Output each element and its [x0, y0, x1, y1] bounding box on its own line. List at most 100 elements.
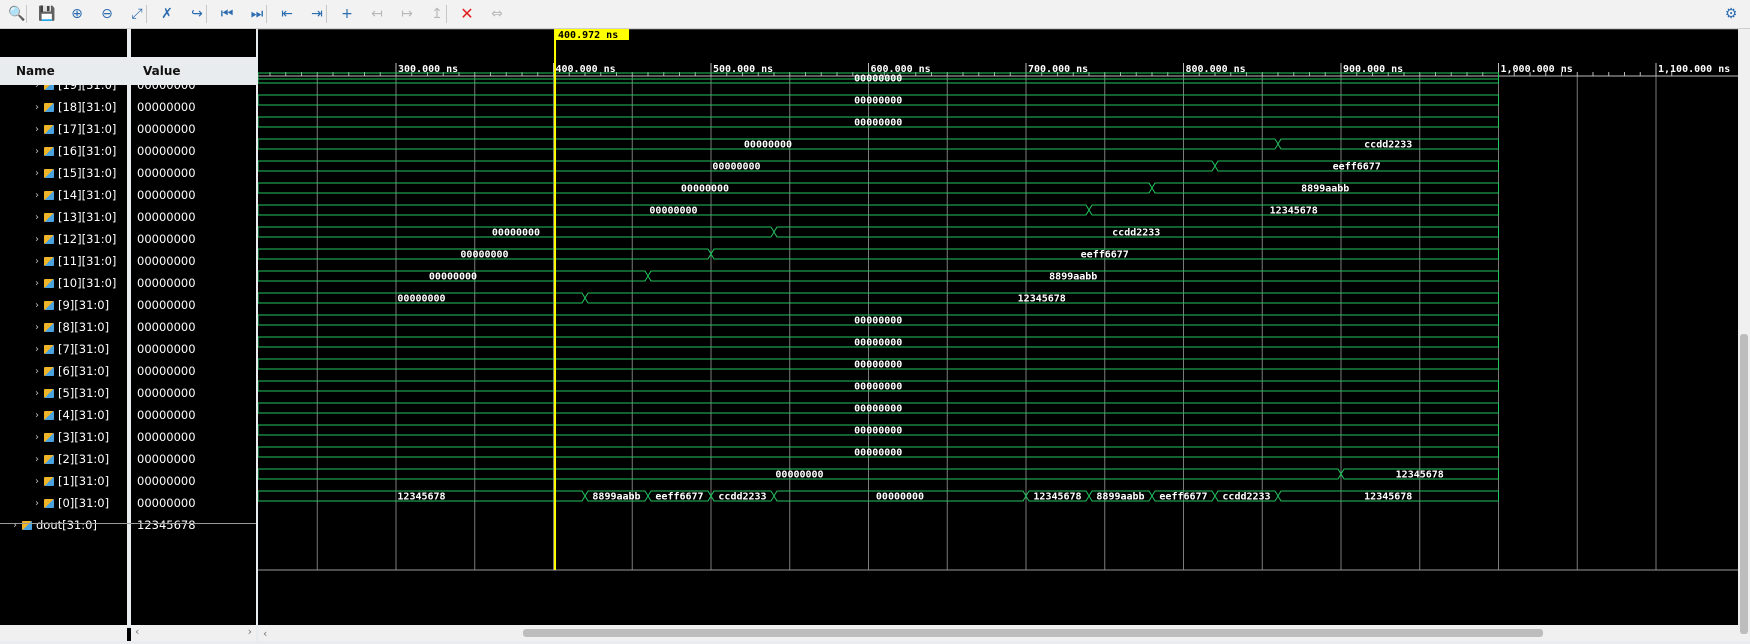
swap-cursor-icon[interactable]: ⇔ [486, 3, 508, 25]
signal-row[interactable]: › [0][31:0] 00000000 [0, 492, 256, 514]
expand-chevron-icon[interactable]: › [32, 278, 42, 289]
signal-row[interactable]: › [7][31:0] 00000000 [0, 338, 256, 360]
value-hscroll[interactable]: ‹ › [131, 625, 256, 641]
go-to-cursor-icon[interactable]: ↪ [186, 3, 208, 25]
expand-chevron-icon[interactable]: › [32, 410, 42, 421]
signal-row[interactable]: › [11][31:0] 00000000 [0, 250, 256, 272]
value-column-header[interactable]: Value [131, 57, 256, 85]
signal-value: 00000000 [137, 320, 196, 334]
search-icon[interactable]: 🔍 [6, 3, 28, 25]
settings-icon[interactable]: ⚙ [1720, 3, 1742, 25]
signal-name: › dout[31:0] [0, 514, 137, 536]
header-top-border [258, 29, 1738, 30]
name-column-header[interactable]: Name [0, 57, 127, 85]
bus-value-label: 12345678 [1396, 470, 1444, 481]
expand-chevron-icon[interactable]: › [32, 476, 42, 487]
expand-chevron-icon[interactable]: › [32, 322, 42, 333]
prev-transition-icon[interactable]: ⇤ [276, 3, 298, 25]
signal-row[interactable]: › [18][31:0] 00000000 [0, 96, 256, 118]
go-to-end-icon[interactable]: ⏭ [246, 3, 268, 25]
expand-chevron-icon[interactable]: › [32, 344, 42, 355]
expand-chevron-icon[interactable]: › [32, 124, 42, 135]
next-transition-icon[interactable]: ⇥ [306, 3, 328, 25]
signal-row[interactable]: › [8][31:0] 00000000 [0, 316, 256, 338]
signal-row[interactable]: › [12][31:0] 00000000 [0, 228, 256, 250]
signal-value: 00000000 [137, 430, 196, 444]
zoom-fit-icon[interactable]: ⤢ [126, 3, 148, 25]
expand-chevron-icon[interactable]: › [32, 85, 42, 91]
delete-marker-icon[interactable]: ↥ [426, 3, 448, 25]
waveform-canvas-pane[interactable]: 300.000 ns 400.000 ns 500.000 ns 600.000 ns… [238, 29, 1738, 641]
signal-value: 00000000 [137, 85, 196, 92]
signal-name-label: [17][31:0] [58, 122, 117, 136]
expand-chevron-icon[interactable]: › [32, 212, 42, 223]
signal-value: 00000000 [137, 452, 196, 466]
expand-chevron-icon[interactable]: › [32, 388, 42, 399]
bus-signal-icon [44, 344, 54, 354]
signal-row[interactable]: › [16][31:0] 00000000 [0, 140, 256, 162]
signal-row[interactable]: › [10][31:0] 00000000 [0, 272, 256, 294]
go-to-start-icon[interactable]: ⏮ [216, 3, 238, 25]
signal-row[interactable]: › [15][31:0] 00000000 [0, 162, 256, 184]
signal-value: 00000000 [137, 254, 196, 268]
signal-row[interactable]: › [6][31:0] 00000000 [0, 360, 256, 382]
expand-chevron-icon[interactable]: › [32, 190, 42, 201]
expand-chevron-icon[interactable]: › [32, 300, 42, 311]
expand-chevron-icon[interactable]: › [32, 102, 42, 113]
vertical-scroll-thumb[interactable] [1740, 334, 1748, 634]
signal-name-label: [3][31:0] [58, 430, 110, 444]
expand-chevron-icon[interactable]: › [32, 234, 42, 245]
expand-chevron-icon[interactable]: › [32, 146, 42, 157]
signal-row[interactable]: › [5][31:0] 00000000 [0, 382, 256, 404]
expand-chevron-icon[interactable]: › [32, 256, 42, 267]
prev-marker-icon[interactable]: ↤ [366, 3, 388, 25]
expand-chevron-icon[interactable]: › [32, 168, 42, 179]
zoom-out-icon[interactable]: ⊖ [96, 3, 118, 25]
name-hscroll[interactable] [0, 625, 127, 641]
signal-row[interactable]: › [4][31:0] 00000000 [0, 404, 256, 426]
signal-name: › [15][31:0] [0, 162, 159, 184]
bus-signal-icon [44, 366, 54, 376]
vertical-scrollbar[interactable] [1738, 29, 1750, 641]
remove-all-icon[interactable]: ✕ [456, 3, 478, 25]
signal-row[interactable]: › [2][31:0] 00000000 [0, 448, 256, 470]
save-icon[interactable]: 💾 [36, 3, 58, 25]
signal-name: › [4][31:0] [0, 404, 159, 426]
signal-name: › [9][31:0] [0, 294, 159, 316]
scroll-left-icon[interactable]: ‹ [135, 625, 139, 638]
signal-row[interactable]: › [1][31:0] 00000000 [0, 470, 256, 492]
bus-value-label: eeff6677 [1333, 162, 1381, 173]
expand-chevron-icon[interactable]: › [10, 520, 20, 531]
expand-chevron-icon[interactable]: › [32, 498, 42, 509]
signal-value: 00000000 [137, 276, 196, 290]
scroll-left-icon[interactable]: ‹ [262, 627, 269, 640]
horizontal-scroll-thumb[interactable] [523, 629, 1543, 637]
signal-row[interactable]: › [19][31:0] 00000000 [0, 85, 256, 95]
bus-value-label: 00000000 [744, 140, 792, 151]
bus-value-label: 00000000 [854, 426, 902, 437]
signal-value: 00000000 [137, 386, 196, 400]
signal-name: › [19][31:0] [0, 85, 159, 95]
expand-chevron-icon[interactable]: › [32, 454, 42, 465]
waveform-canvas[interactable]: 300.000 ns 400.000 ns 500.000 ns 600.000 ns… [238, 29, 1738, 641]
marker-swap-icon[interactable]: ✗ [156, 3, 178, 25]
signal-row[interactable]: › [14][31:0] 00000000 [0, 184, 256, 206]
expand-chevron-icon[interactable]: › [32, 366, 42, 377]
signal-name-label: [16][31:0] [58, 144, 117, 158]
signal-row[interactable]: › [17][31:0] 00000000 [0, 118, 256, 140]
bus-value-label: ccdd2233 [1112, 228, 1160, 239]
scroll-right-icon[interactable]: › [248, 625, 252, 638]
signal-name: › [10][31:0] [0, 272, 159, 294]
signal-name-label: [7][31:0] [58, 342, 110, 356]
zoom-in-icon[interactable]: ⊕ [66, 3, 88, 25]
signal-row[interactable]: › [3][31:0] 00000000 [0, 426, 256, 448]
bus-value-label: 00000000 [876, 492, 924, 503]
signal-row[interactable]: › [9][31:0] 00000000 [0, 294, 256, 316]
expand-chevron-icon[interactable]: › [32, 432, 42, 443]
signal-row[interactable]: › [13][31:0] 00000000 [0, 206, 256, 228]
signal-name: › [11][31:0] [0, 250, 159, 272]
signal-row-dout[interactable]: › dout[31:0] 12345678 [0, 514, 256, 536]
add-marker-icon[interactable]: + [336, 3, 358, 25]
next-marker-icon[interactable]: ↦ [396, 3, 418, 25]
bus-value-label: 00000000 [854, 382, 902, 393]
